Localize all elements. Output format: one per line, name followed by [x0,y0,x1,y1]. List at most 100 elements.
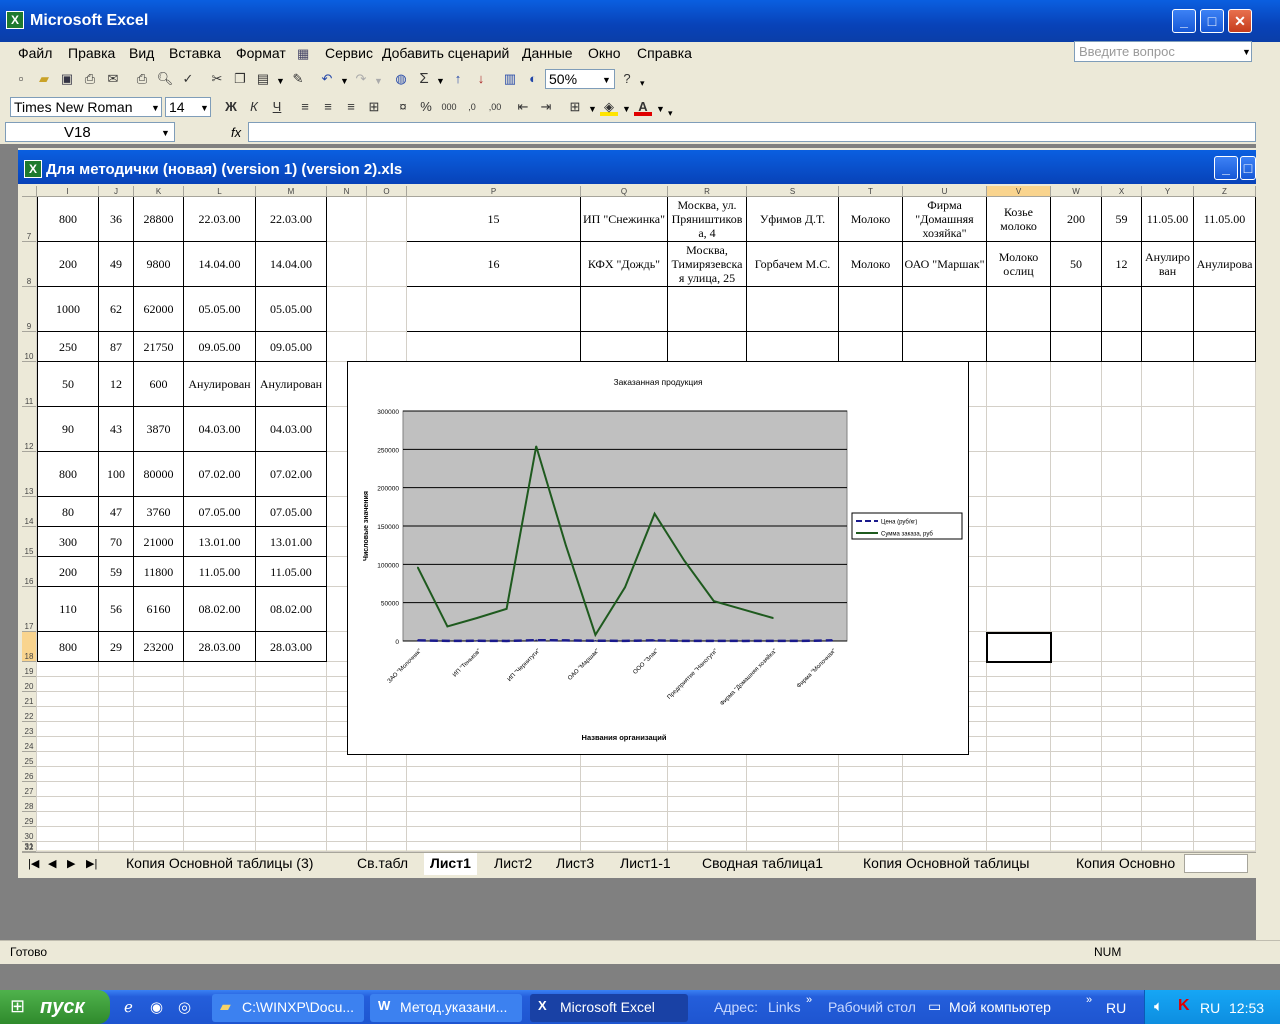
table-cell[interactable]: 04.03.00 [184,407,256,452]
table-cell[interactable]: 07.02.00 [184,452,256,497]
horizontal-scrollbar[interactable] [1184,854,1248,873]
column-header[interactable]: Z [1194,186,1256,197]
row-header[interactable]: 21 [22,692,37,707]
formula-input[interactable] [248,122,1256,142]
table-cell[interactable]: 22.03.00 [256,197,327,242]
close-button[interactable]: ✕ [1228,9,1252,33]
increase-indent-icon[interactable]: ⇥ [537,98,555,116]
first-sheet-icon[interactable]: |◀ [28,857,39,870]
column-header[interactable]: K [134,186,184,197]
table-cell[interactable]: Москва, Тимирязевска я улица, 25 [668,242,747,287]
row-header[interactable]: 7 [22,197,37,242]
help-icon[interactable]: ? [618,70,636,88]
table-cell[interactable]: 13.01.00 [256,527,327,557]
column-header[interactable]: U [903,186,987,197]
sheet-tab-kopiya[interactable]: Копия Основной таблицы [863,855,1029,871]
redo-icon[interactable]: ↷ [352,70,370,88]
menu-format[interactable]: Формат [236,45,286,61]
table-cell[interactable]: 800 [37,452,99,497]
table-cell[interactable]: 28800 [134,197,184,242]
hyperlink-icon[interactable]: ◍ [392,70,410,88]
table-cell[interactable]: 23200 [134,632,184,662]
table-cell-empty[interactable] [1051,332,1102,362]
row-header[interactable]: 28 [22,797,37,812]
font-size-dropdown-icon[interactable]: ▼ [200,103,209,113]
align-center-icon[interactable]: ≡ [319,98,337,116]
toolbar-options-icon[interactable]: ▾ [640,78,645,89]
table-cell-empty[interactable] [1194,332,1256,362]
table-cell[interactable]: 59 [1102,197,1142,242]
menu-edit[interactable]: Правка [68,45,115,61]
cut-icon[interactable]: ✂ [208,70,226,88]
table-cell-empty[interactable] [839,287,903,332]
table-cell-empty[interactable] [668,332,747,362]
fx-icon[interactable]: fx [231,125,241,140]
table-cell[interactable]: 800 [37,197,99,242]
row-header[interactable]: 10 [22,332,37,362]
menu-add-scenario[interactable]: Добавить сценарий [382,45,509,61]
borders-dropdown-icon[interactable]: ▼ [588,104,597,114]
column-header[interactable]: J [99,186,134,197]
row-header[interactable]: 12 [22,407,37,452]
row-header[interactable]: 23 [22,722,37,737]
column-header[interactable]: R [668,186,747,197]
quicklaunch-icon[interactable]: ◎ [178,998,191,1016]
row-header[interactable]: 17 [22,587,37,632]
table-cell-empty[interactable] [1102,287,1142,332]
column-header[interactable]: Q [581,186,668,197]
table-cell[interactable]: 14.04.00 [256,242,327,287]
borders-icon[interactable]: ⊞ [566,98,584,116]
table-cell[interactable]: 62000 [134,287,184,332]
font-color-icon[interactable]: A [634,98,652,116]
column-header[interactable]: O [367,186,407,197]
sheet-tab-pivot1[interactable]: Сводная таблица1 [702,855,823,871]
percent-icon[interactable]: % [417,98,435,116]
table-cell[interactable]: 110 [37,587,99,632]
table-cell[interactable]: 22.03.00 [184,197,256,242]
table-cell[interactable]: 80 [37,497,99,527]
table-cell[interactable]: 13.01.00 [184,527,256,557]
table-cell[interactable]: 50 [37,362,99,407]
links-toolbar[interactable]: Links [768,999,801,1015]
table-cell[interactable]: Анулирован [184,362,256,407]
italic-icon[interactable]: К [245,98,263,116]
next-sheet-icon[interactable]: ▶ [67,857,75,870]
table-cell[interactable]: 3870 [134,407,184,452]
active-cell-v18[interactable] [986,632,1052,663]
table-cell[interactable]: 200 [37,557,99,587]
table-cell[interactable]: 80000 [134,452,184,497]
sheet-tab-list3[interactable]: Лист3 [556,855,594,871]
table-cell-empty[interactable] [668,287,747,332]
sheet-tab-list1[interactable]: Лист1 [424,853,477,875]
help-dropdown-icon[interactable]: ▼ [1242,47,1251,57]
table-cell[interactable]: 07.05.00 [256,497,327,527]
column-header[interactable]: T [839,186,903,197]
table-cell[interactable]: 08.02.00 [184,587,256,632]
row-header[interactable]: 24 [22,737,37,752]
paste-icon[interactable]: ▤ [254,70,272,88]
my-computer-toolbar[interactable]: Мой компьютер [949,999,1051,1015]
redo-dropdown-icon[interactable]: ▼ [374,76,383,86]
table-cell[interactable]: 11.05.00 [1194,197,1256,242]
table-cell-empty[interactable] [407,287,581,332]
table-cell-empty[interactable] [747,287,839,332]
table-cell[interactable]: КФХ "Дождь" [581,242,668,287]
table-cell-empty[interactable] [987,287,1051,332]
table-cell[interactable]: 15 [407,197,581,242]
table-cell[interactable]: 9800 [134,242,184,287]
sheet-tab-kopiya-cut[interactable]: Копия Основно [1076,855,1178,871]
table-cell[interactable]: 59 [99,557,134,587]
decrease-indent-icon[interactable]: ⇤ [514,98,532,116]
row-header[interactable]: 30 [22,827,37,842]
table-cell-empty[interactable] [839,332,903,362]
table-cell[interactable]: 90 [37,407,99,452]
row-header[interactable]: 27 [22,782,37,797]
row-header[interactable]: 26 [22,767,37,782]
table-cell-empty[interactable] [903,287,987,332]
table-cell[interactable]: 09.05.00 [256,332,327,362]
menu-view[interactable]: Вид [129,45,154,61]
task-excel[interactable]: Microsoft Excel [530,994,688,1022]
table-cell-empty[interactable] [1102,332,1142,362]
table-cell[interactable]: 05.05.00 [256,287,327,332]
maximize-button[interactable]: □ [1200,9,1224,33]
